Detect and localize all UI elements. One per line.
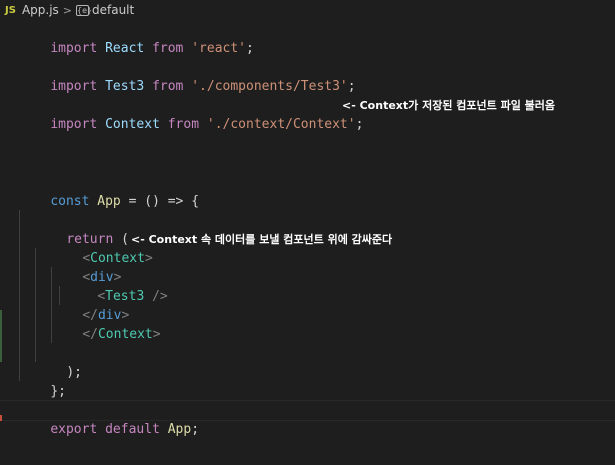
keyword: default [105,422,160,437]
keyword: const [50,194,90,209]
code-line: import Test3 from './components/Test3'; [19,58,355,94]
code-line: return ( [35,211,129,247]
punctuation: ; [355,117,364,132]
code-line: <div> [51,249,121,285]
punctuation: ; [191,422,200,437]
string-literal: './components/Test3' [191,79,348,94]
code-line: }; [19,363,66,399]
code-editor[interactable]: import React from 'react'; import Test3 … [0,20,615,465]
keyword: import [50,79,98,94]
breadcrumb-file[interactable]: App.js [22,3,59,17]
keyword: from [152,79,184,94]
keyword: import [50,41,98,56]
tag-bracket: > [152,327,161,342]
keyword: from [167,117,200,132]
tag-bracket: /> [144,289,168,304]
javascript-file-icon: JS [5,4,16,16]
annotation-import: <- Context가 저장된 컴포넌트 파일 불러옴 [342,99,556,112]
punctuation: ; [246,41,254,56]
code-line: export default App; [19,401,199,437]
indent-guide [19,210,20,381]
string-literal: 'react' [191,41,247,56]
code-line: </div> [51,287,129,323]
keyword: export [50,422,98,437]
punctuation: ; [347,79,356,94]
breadcrumb-symbol[interactable]: default [92,3,134,17]
keyword: from [152,41,184,56]
tag-bracket: </ [82,327,98,342]
identifier: Context [105,117,160,132]
string-literal: './context/Context' [206,117,356,132]
code-line: import React from 'react'; [19,20,254,56]
identifier: App [167,422,192,437]
git-change-marker [0,310,2,362]
identifier: Test3 [105,79,145,94]
code-line: <Test3 /> [66,268,167,304]
code-line: ); [35,344,82,380]
git-deleted-marker [0,415,2,421]
keyword: import [50,117,98,132]
punctuation: ); [66,365,82,380]
symbol-variable-icon: {e} [76,4,93,16]
code-line: </Context> [51,306,160,342]
code-line: const App = () => { [19,173,199,209]
tag-bracket: > [144,251,153,266]
jsx-tag: Context [97,327,153,342]
identifier: App [97,194,121,209]
chevron-right-icon: > [62,3,72,17]
punctuation: }; [50,384,66,399]
identifier: React [105,41,145,56]
annotation-wrap: <- Context 속 데이터를 보낼 컴포넌트 위에 감싸준다 [131,233,393,246]
breadcrumb: JS App.js > {e} default [0,0,615,20]
code-line: import Context from './context/Context'; [19,96,363,132]
operator: = () => { [120,194,200,209]
